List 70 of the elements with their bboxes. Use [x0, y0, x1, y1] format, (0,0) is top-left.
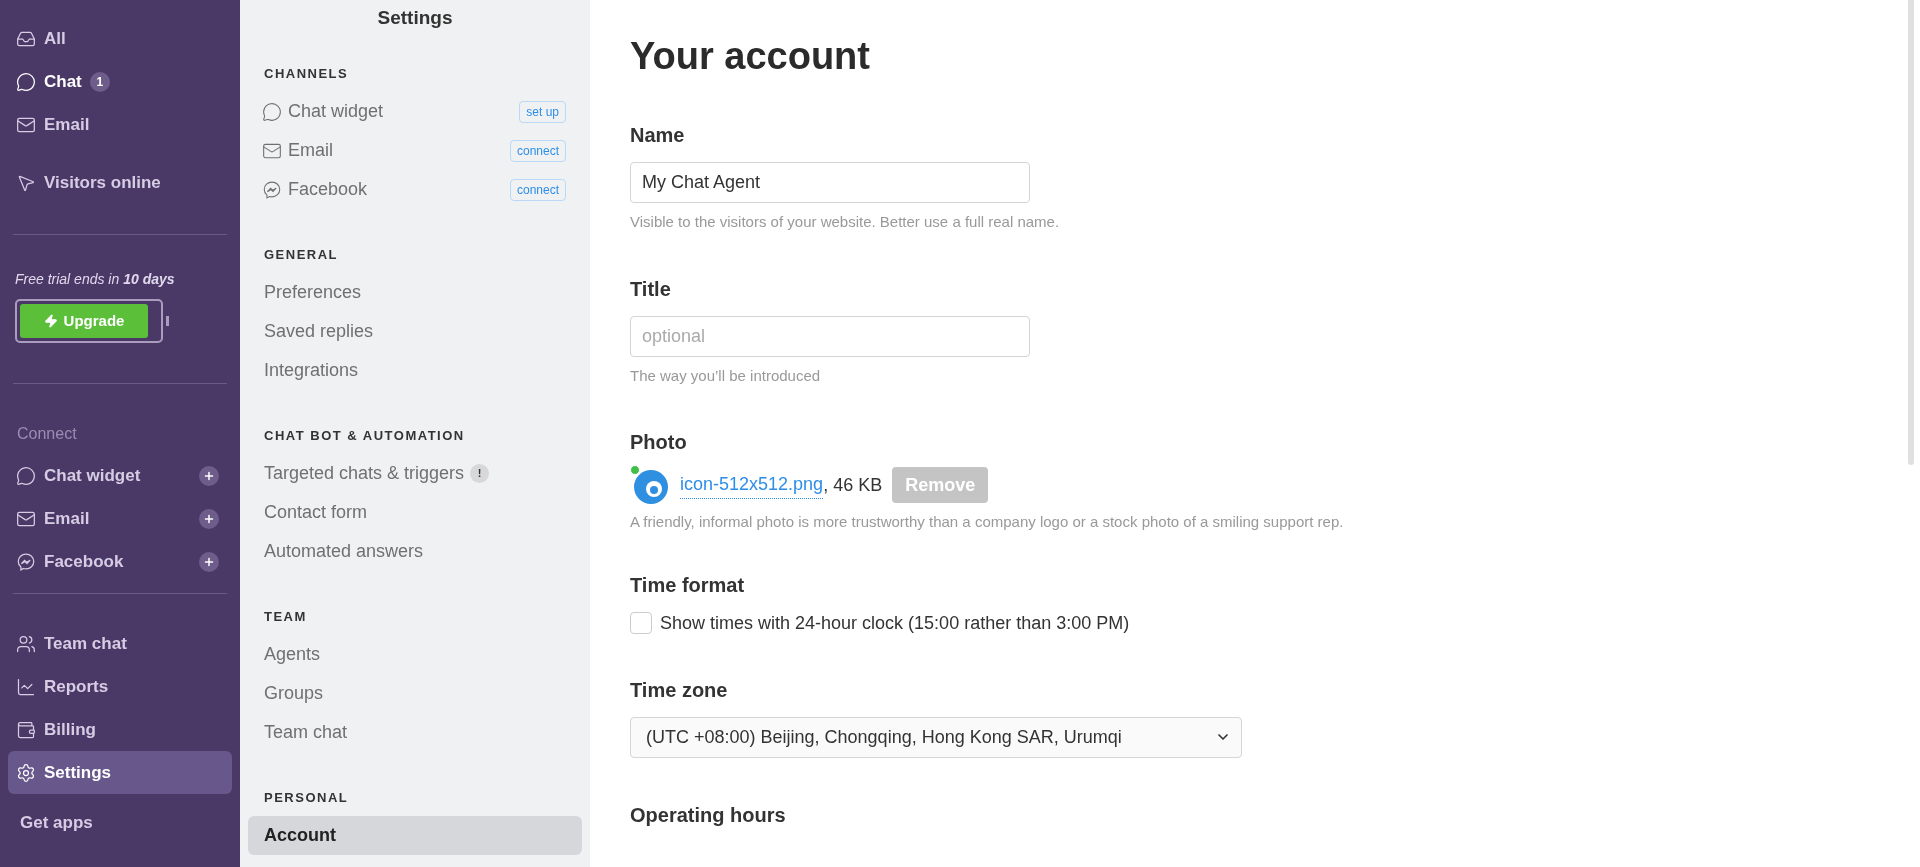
add-icon[interactable] [199, 508, 219, 529]
field-label: Time zone [630, 677, 729, 703]
section-heading: Connect [16, 424, 78, 444]
upgrade-button[interactable]: Upgrade [20, 304, 148, 338]
nav-item[interactable]: Settings [8, 751, 232, 794]
timezone-select[interactable]: (UTC +08:00) Beijing, Chongqing, Hong Kong SAR, Urumqi [630, 716, 1242, 758]
section-heading: CHAT BOT & AUTOMATION [263, 427, 466, 444]
section-heading: CHANNELS [263, 65, 350, 82]
title-input[interactable]: optional [630, 315, 1030, 357]
nav-item[interactable]: Email [8, 103, 232, 146]
nav-item[interactable]: Visitors online [8, 161, 232, 204]
field-label: Operating hours [630, 802, 787, 828]
messenger-icon [16, 551, 36, 572]
checkbox[interactable] [630, 612, 652, 634]
count-badge: 1 [89, 71, 110, 92]
nav-item[interactable]: Billing [8, 708, 232, 751]
hint-text: A friendly, informal photo is more trustworthy than a company logo or a stock photo of a smiling support rep. [630, 512, 1345, 532]
trial-notice: Free trial ends in 10 days [14, 270, 176, 289]
speech-bubble-icon [16, 465, 36, 486]
speech-bubble-icon [262, 101, 282, 122]
nav-item[interactable]: Email [8, 497, 232, 540]
nav-item[interactable]: Facebook [8, 540, 232, 583]
hint-text: The way you’ll be introduced [630, 365, 822, 386]
chart-icon [16, 676, 36, 697]
menu-item[interactable]: Facebook connect [248, 170, 582, 209]
menu-item[interactable]: Automated answers [248, 532, 582, 571]
name-input[interactable]: My Chat Agent [630, 162, 1030, 203]
messenger-icon [262, 179, 282, 200]
menu-item[interactable]: Account [248, 816, 582, 855]
people-icon [16, 633, 36, 654]
section-heading: TEAM [263, 608, 308, 625]
menu-item[interactable]: Contact form [248, 493, 582, 532]
field-label: Photo [630, 430, 688, 455]
nav-item[interactable]: Chat 1 [8, 60, 232, 103]
add-icon[interactable] [199, 465, 219, 486]
hint-text: Visible to the visitors of your website. Better use a full real name. [630, 212, 1061, 232]
menu-item[interactable]: Preferences [248, 273, 582, 312]
add-icon[interactable] [199, 551, 219, 572]
field-label: Title [630, 276, 672, 302]
nav-item[interactable]: All [8, 17, 232, 60]
page-title: Your account [630, 34, 871, 76]
nav-item[interactable]: Reports [8, 665, 232, 708]
logo-drawing [630, 465, 670, 505]
action-tag[interactable]: connect [509, 139, 566, 162]
file-link[interactable]: icon-512x512.png [680, 471, 824, 499]
checkbox-label: Show times with 24-hour clock (15:00 rather than 3:00 PM) [660, 611, 1130, 635]
settings-icon [16, 762, 36, 783]
lightning-icon [43, 314, 58, 328]
menu-item[interactable]: Groups [248, 674, 582, 713]
menu-item[interactable]: Integrations [248, 351, 582, 390]
menu-item[interactable]: Chat widget set up [248, 92, 582, 131]
section-heading: PERSONAL [263, 789, 350, 806]
get-apps-link[interactable]: Get apps [8, 810, 232, 836]
wallet-icon [16, 719, 36, 740]
alert-badge: ! [470, 464, 490, 483]
nav-item[interactable]: Chat widget [8, 454, 232, 497]
menu-item[interactable]: Team chat [248, 713, 582, 752]
field-label: Name [630, 123, 686, 148]
nav-item[interactable]: Team chat [8, 622, 232, 665]
speech-bubble-icon [16, 71, 36, 92]
menu-item[interactable]: Email connect [248, 131, 582, 170]
section-heading: GENERAL [263, 246, 340, 263]
menu-item[interactable]: Targeted chats & triggers ! [248, 454, 582, 493]
file-size: , 46 KB [823, 473, 883, 497]
panel-title: Settings [376, 6, 454, 28]
action-tag[interactable]: set up [519, 100, 566, 123]
menu-item[interactable]: Saved replies [248, 312, 582, 351]
action-tag[interactable]: connect [509, 178, 566, 201]
field-label: Time format [630, 572, 746, 598]
menu-item[interactable]: Agents [248, 635, 582, 674]
